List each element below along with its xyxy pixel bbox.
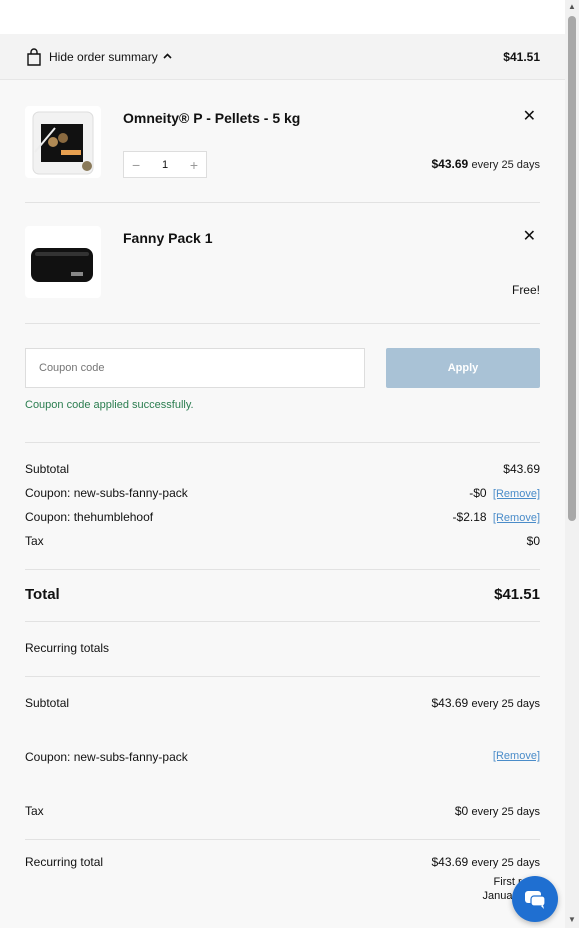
recurring-coupon-row: Coupon: new-subs-fanny-pack [Remove]	[25, 750, 540, 764]
item-price: Free!	[511, 283, 540, 297]
recurring-coupon-label: Coupon: new-subs-fanny-pack	[25, 750, 188, 764]
chat-button[interactable]	[512, 876, 558, 922]
item-price: $43.69 every 25 days	[431, 157, 540, 171]
recurring-period: every 25 days	[471, 698, 540, 710]
order-summary-toggle-label: Hide order summary	[49, 49, 158, 64]
cart-item: Omneity® P - Pellets - 5 kg ✕ − 1 + $43.…	[25, 106, 540, 206]
coupon-label: Coupon: new-subs-fanny-pack	[25, 486, 188, 500]
subtotal-label: Subtotal	[25, 462, 70, 476]
product-image-pellets	[25, 106, 101, 178]
coupon-label: Coupon: thehumblehoof	[25, 510, 154, 524]
order-summary-panel: Omneity® P - Pellets - 5 kg ✕ − 1 + $43.…	[0, 80, 565, 928]
close-icon[interactable]: ✕	[523, 226, 536, 246]
coupon-success-message: Coupon code applied successfully.	[25, 399, 194, 411]
shopping-bag-icon	[27, 47, 41, 66]
coupon-row: Coupon: thehumblehoof -$2.18 [Remove]	[25, 510, 540, 524]
cart-item: Fanny Pack 1 ✕ Free!	[25, 226, 540, 316]
recurring-total-row: Recurring total $43.69 every 25 days	[25, 855, 540, 869]
coupon-code-input[interactable]	[25, 348, 365, 388]
plus-icon[interactable]: +	[190, 157, 198, 173]
minus-icon[interactable]: −	[132, 157, 140, 173]
recurring-total-amount: $43.69	[431, 855, 469, 869]
item-name: Omneity® P - Pellets - 5 kg	[123, 110, 301, 126]
summary-order-total: $41.51	[503, 49, 540, 64]
tax-label: Tax	[25, 534, 44, 548]
item-price-amount: $43.69	[431, 157, 469, 171]
coupon-row: Coupon: new-subs-fanny-pack -$0 [Remove]	[25, 486, 540, 500]
divider	[25, 323, 540, 324]
recurring-total-value: $43.69 every 25 days	[431, 855, 540, 869]
divider	[25, 442, 540, 443]
remove-coupon-link[interactable]: [Remove]	[493, 488, 540, 500]
scrollbar-thumb[interactable]	[568, 16, 576, 521]
recurring-tax-row: Tax $0 every 25 days	[25, 804, 540, 818]
product-image-fanny-pack	[25, 226, 101, 298]
recurring-subtotal-amount: $43.69	[431, 696, 469, 710]
apply-coupon-button[interactable]: Apply	[386, 348, 540, 388]
coupon-value: -$2.18 [Remove]	[453, 510, 540, 524]
remove-coupon-link[interactable]: [Remove]	[493, 512, 540, 524]
coupon-discount: -$2.18	[452, 510, 487, 524]
close-icon[interactable]: ✕	[523, 106, 536, 126]
recurring-period: every 25 days	[471, 806, 540, 818]
recurring-heading: Recurring totals	[25, 641, 110, 655]
recurring-subtotal-value: $43.69 every 25 days	[431, 696, 540, 710]
checkout-page: Hide order summary $41.51 Omneity® P - P…	[0, 0, 565, 928]
recurring-totals-heading: Recurring totals	[25, 641, 540, 655]
scroll-up-icon[interactable]: ▲	[568, 2, 576, 11]
scroll-down-icon[interactable]: ▼	[568, 915, 576, 924]
chevron-up-icon	[163, 51, 172, 62]
item-name: Fanny Pack 1	[123, 230, 213, 246]
total-label: Total	[25, 586, 60, 603]
recurring-total-label: Recurring total	[25, 855, 104, 869]
recurring-period: every 25 days	[471, 857, 540, 869]
remove-coupon-link[interactable]: [Remove]	[493, 750, 540, 764]
recurring-tax-label: Tax	[25, 804, 44, 818]
total-value: $41.51	[494, 586, 540, 603]
divider	[25, 839, 540, 840]
item-price-period: every 25 days	[471, 159, 540, 171]
tax-row: Tax $0	[25, 534, 540, 548]
quantity-value[interactable]: 1	[162, 159, 168, 171]
recurring-subtotal-label: Subtotal	[25, 696, 70, 710]
coupon-discount: -$0	[469, 486, 487, 500]
subtotal-value: $43.69	[503, 462, 540, 476]
divider	[25, 676, 540, 677]
order-summary-toggle[interactable]: Hide order summary $41.51	[0, 34, 565, 80]
total-row: Total $41.51	[25, 586, 540, 603]
subtotal-row: Subtotal $43.69	[25, 462, 540, 476]
recurring-tax-amount: $0	[454, 804, 469, 818]
tax-value: $0	[526, 534, 540, 548]
recurring-tax-value: $0 every 25 days	[455, 804, 540, 818]
divider	[25, 202, 540, 203]
scrollbar[interactable]: ▲ ▼	[565, 0, 579, 928]
coupon-value: -$0 [Remove]	[469, 486, 540, 500]
recurring-subtotal-row: Subtotal $43.69 every 25 days	[25, 696, 540, 710]
divider	[25, 569, 540, 570]
chat-bubble-icon	[525, 891, 546, 909]
divider	[25, 621, 540, 622]
quantity-stepper[interactable]: − 1 +	[123, 151, 207, 178]
